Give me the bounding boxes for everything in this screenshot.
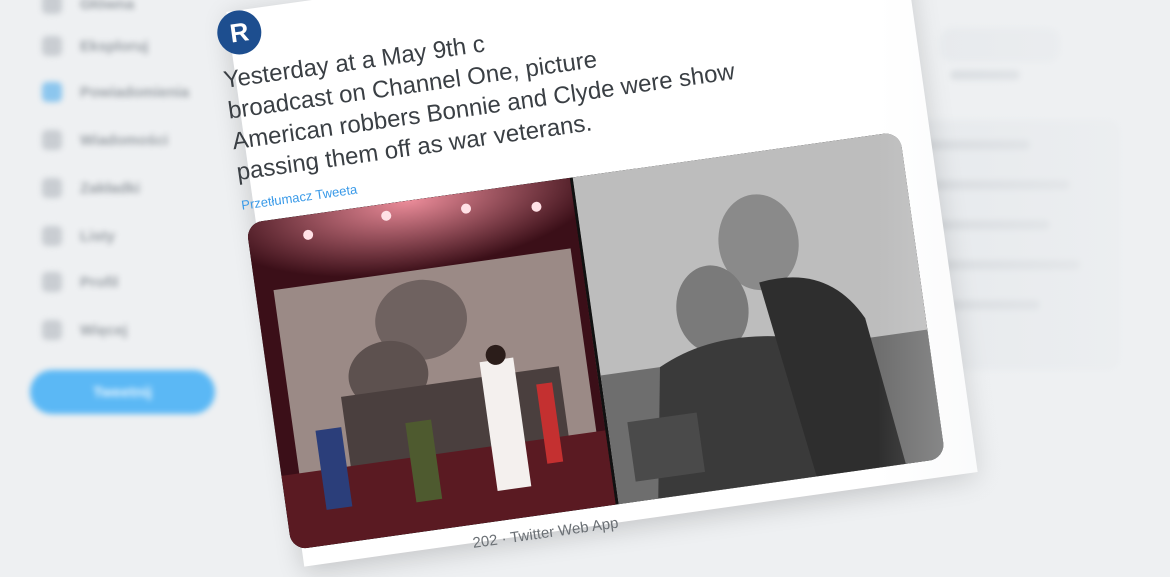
list-icon (42, 226, 62, 246)
sidebar-item-home[interactable]: Główna (42, 0, 134, 14)
sidebar-item-label: Wiadomości (80, 131, 169, 149)
stage-broadcast-photo[interactable] (245, 177, 616, 551)
sidebar-item-bookmarks[interactable]: Zakładki (42, 178, 140, 198)
sidebar-item-label: Zakładki (80, 179, 141, 197)
sidebar-item-label: Powiadomienia (80, 83, 190, 101)
sidebar-item-label: Listy (80, 227, 116, 245)
avatar-letter: R (227, 15, 251, 49)
sidebar-item-messages[interactable]: Wiadomości (42, 130, 168, 150)
sidebar-item-explore[interactable]: Eksploruj (42, 36, 148, 56)
hashtag-icon (42, 36, 62, 56)
sidebar-item-label: Eksploruj (80, 37, 149, 55)
bookmark-icon (42, 178, 62, 198)
vintage-photo-illustration (572, 131, 946, 505)
user-icon (42, 272, 62, 292)
home-icon (42, 0, 62, 14)
sidebar-item-label: Główna (80, 0, 135, 13)
tweet-card: R Yesterday at a May 9th c broadcast on … (214, 0, 978, 567)
sidebar-item-label: Profil (80, 273, 119, 291)
sidebar-item-label: Więcej (80, 321, 128, 339)
bonnie-clyde-photo[interactable] (572, 131, 946, 505)
stage-scene-illustration (245, 177, 616, 551)
sidebar-item-profile[interactable]: Profil (42, 272, 118, 292)
sidebar-item-lists[interactable]: Listy (42, 226, 115, 246)
more-icon (42, 320, 62, 340)
tweet-button[interactable]: Tweetnij (30, 370, 215, 414)
mail-icon (42, 130, 62, 150)
bell-icon (42, 82, 62, 102)
translate-link[interactable]: Przetłumacz Tweeta (240, 182, 358, 213)
search-box[interactable] (940, 28, 1060, 62)
sidebar-item-more[interactable]: Więcej (42, 320, 127, 340)
sidebar-item-notifications[interactable]: Powiadomienia (42, 82, 189, 102)
